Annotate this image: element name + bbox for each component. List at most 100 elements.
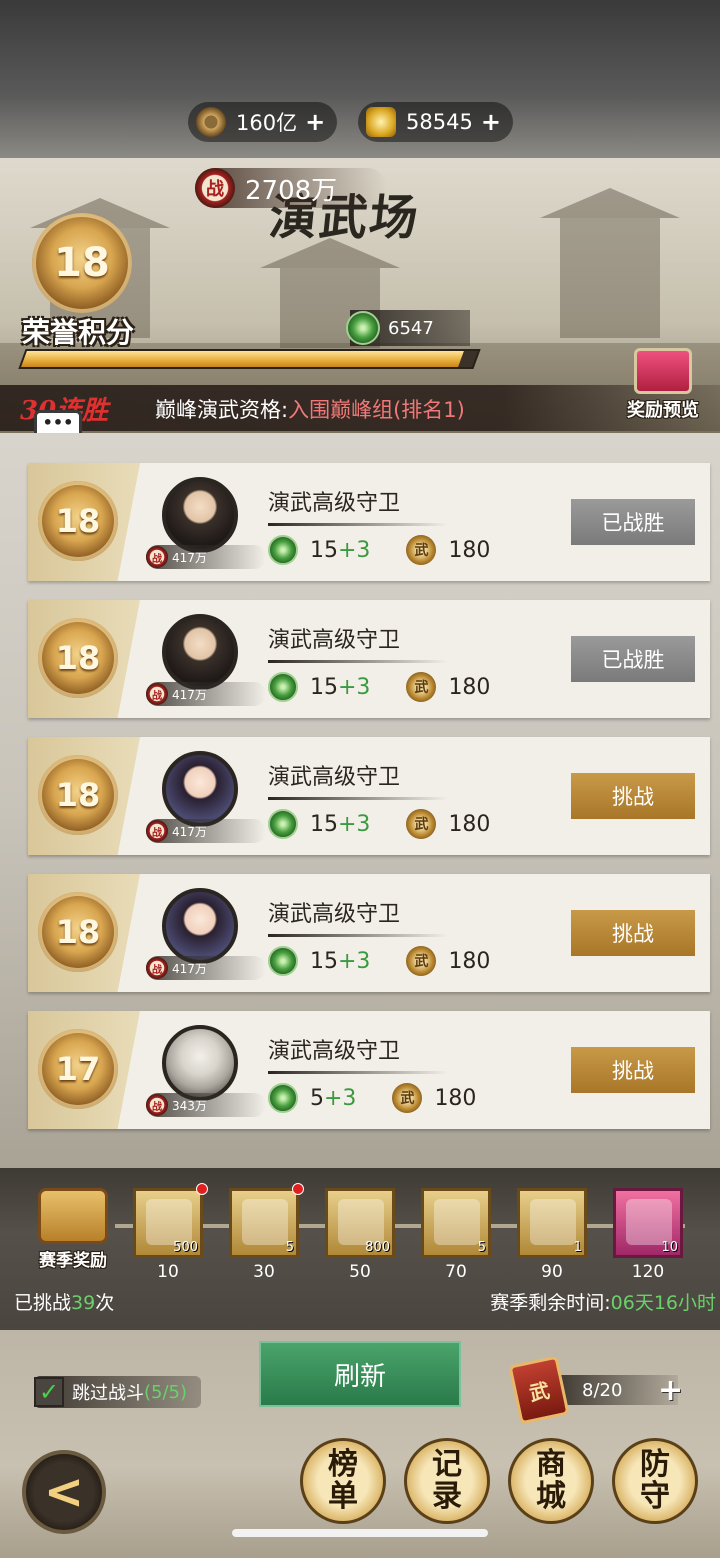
notification-dot	[292, 1183, 304, 1195]
treasure-chest-icon	[38, 1188, 108, 1244]
challenged-prefix: 已挑战	[14, 1292, 72, 1314]
opponent-avatar[interactable]	[162, 751, 238, 827]
pagoda-roof-right	[540, 188, 680, 218]
season-remaining-time: 赛季剩余时间:06天16小时	[490, 1288, 716, 1315]
reward-item-gold-ingot[interactable]: 800	[325, 1188, 395, 1258]
checkbox-checked-icon[interactable]: ✓	[34, 1377, 64, 1407]
reward-item-scroll-book[interactable]: 5	[229, 1183, 304, 1258]
coin-reward-value: 180	[448, 948, 491, 974]
opponent-rewards: 5 +3 武 180	[268, 1083, 476, 1113]
opponent-rewards: 15 +3 武 180	[268, 946, 490, 976]
leaderboard-button[interactable]: 榜 单	[300, 1438, 386, 1524]
opponent-row: 17 战 343万 演武高级守卫 5 +3 武 180 挑战	[28, 1011, 710, 1129]
add-coin-icon[interactable]: +	[305, 108, 325, 136]
challenge-tickets: 武 8/20 +	[508, 1355, 683, 1425]
records-button[interactable]: 记 录	[404, 1438, 490, 1524]
nav-label-line2: 城	[536, 1479, 566, 1514]
points-value: 5	[310, 1085, 324, 1111]
scroll-icon	[530, 1199, 576, 1245]
book-icon	[434, 1199, 480, 1245]
opponent-avatar[interactable]	[162, 888, 238, 964]
power-icon: 战	[146, 546, 168, 568]
honor-points-box: 6547	[346, 310, 470, 346]
honor-points-value: 6547	[388, 317, 434, 339]
back-button[interactable]: <	[22, 1450, 106, 1534]
reward-preview-label: 奖励预览	[627, 400, 699, 421]
opponent-power: 战 417万	[146, 545, 266, 569]
jade-icon	[268, 946, 298, 976]
reward-item-formation-book[interactable]: 10	[613, 1188, 683, 1258]
reward-qty: 1	[573, 1240, 582, 1255]
defeated-button[interactable]: 已战胜	[571, 636, 695, 682]
reward-threshold: 120	[631, 1262, 665, 1282]
wu-coin-icon: 武	[406, 535, 437, 565]
opponent-power: 战 417万	[146, 682, 266, 706]
gold-ingot-value: 58545	[406, 110, 473, 134]
reward-item-gourd[interactable]: 500	[133, 1183, 208, 1258]
reward-item-scroll[interactable]: 1	[517, 1188, 587, 1258]
reward-preview-button[interactable]: 奖励预览	[614, 348, 712, 422]
power-icon: 战	[146, 820, 168, 842]
defeated-button[interactable]: 已战胜	[571, 499, 695, 545]
power-icon: 战	[146, 1094, 168, 1116]
jade-icon	[268, 535, 298, 565]
opponent-avatar[interactable]	[162, 477, 238, 553]
challenge-button[interactable]: 挑战	[571, 773, 695, 819]
reward-item-scroll-book[interactable]: 5	[421, 1188, 491, 1258]
opponent-row: 18 战 417万 演武高级守卫 15 +3 武 180 已战胜	[28, 463, 710, 581]
opponent-row: 18 战 417万 演武高级守卫 15 +3 武 180 挑战	[28, 737, 710, 855]
opponent-avatar[interactable]	[162, 614, 238, 690]
gold-ingot-counter[interactable]: 58545 +	[358, 102, 513, 142]
reward-qty: 5	[285, 1240, 294, 1255]
season-chest-button[interactable]: 赛季奖励	[28, 1188, 118, 1271]
copper-coin-counter[interactable]: 160亿 +	[188, 102, 338, 142]
opponent-power: 战 417万	[146, 956, 266, 980]
coin-reward-value: 180	[448, 811, 491, 837]
player-rank-medal: 18	[32, 213, 132, 313]
opponent-name: 演武高级守卫	[268, 1039, 401, 1064]
nav-label-line1: 榜	[328, 1447, 358, 1482]
opponent-name: 演武高级守卫	[268, 765, 401, 790]
add-gold-icon[interactable]: +	[481, 108, 501, 136]
top-bar: 160亿 + 58545 +	[0, 0, 720, 160]
home-indicator[interactable]	[232, 1529, 488, 1537]
challenge-button[interactable]: 挑战	[571, 1047, 695, 1093]
opponent-row: 18 战 417万 演武高级守卫 15 +3 武 180 挑战	[28, 874, 710, 992]
challenged-suffix: 次	[95, 1292, 115, 1314]
power-icon: 战	[146, 957, 168, 979]
opponent-rank-medal: 17	[38, 1029, 118, 1109]
points-bonus: +3	[338, 811, 371, 837]
coin-reward-value: 180	[448, 537, 491, 563]
wu-coin-icon: 武	[406, 809, 437, 839]
name-underline	[268, 1071, 448, 1074]
opponent-power-value: 417万	[172, 687, 207, 702]
opponent-name: 演武高级守卫	[268, 628, 401, 653]
reward-qty: 500	[173, 1240, 198, 1255]
points-bonus: +3	[338, 537, 371, 563]
opponent-avatar[interactable]	[162, 1025, 238, 1101]
defense-button[interactable]: 防 守	[612, 1438, 698, 1524]
opponent-power-value: 417万	[172, 961, 207, 976]
add-ticket-icon[interactable]: +	[658, 1373, 683, 1408]
reward-threshold: 30	[253, 1262, 275, 1282]
skip-battle-toggle[interactable]: ✓ 跳过战斗 (5/5)	[34, 1376, 202, 1408]
notification-dot	[196, 1183, 208, 1195]
points-value: 15	[310, 537, 338, 563]
opponent-rank-medal: 18	[38, 481, 118, 561]
opponent-power: 战 417万	[146, 819, 266, 843]
refresh-button[interactable]: 刷新	[259, 1341, 461, 1407]
peak-qualification: 巅峰演武资格:入围巅峰组(排名1)	[155, 394, 465, 424]
shop-button[interactable]: 商 城	[508, 1438, 594, 1524]
ticket-icon: 武	[508, 1355, 570, 1425]
arena-banner: 演武场 战 2708万 18 荣誉积分 6547 30连胜 巅峰演武资格:入围巅…	[0, 158, 720, 433]
remaining-label: 赛季剩余时间:	[490, 1292, 611, 1314]
opponent-name: 演武高级守卫	[268, 491, 401, 516]
player-power: 战 2708万	[195, 168, 388, 208]
name-underline	[268, 523, 448, 526]
challenge-button[interactable]: 挑战	[571, 910, 695, 956]
points-value: 15	[310, 948, 338, 974]
copper-coin-icon	[196, 107, 226, 137]
skip-battle-count: (5/5)	[144, 1381, 188, 1403]
reward-qty: 5	[477, 1240, 486, 1255]
points-bonus: +3	[338, 948, 371, 974]
